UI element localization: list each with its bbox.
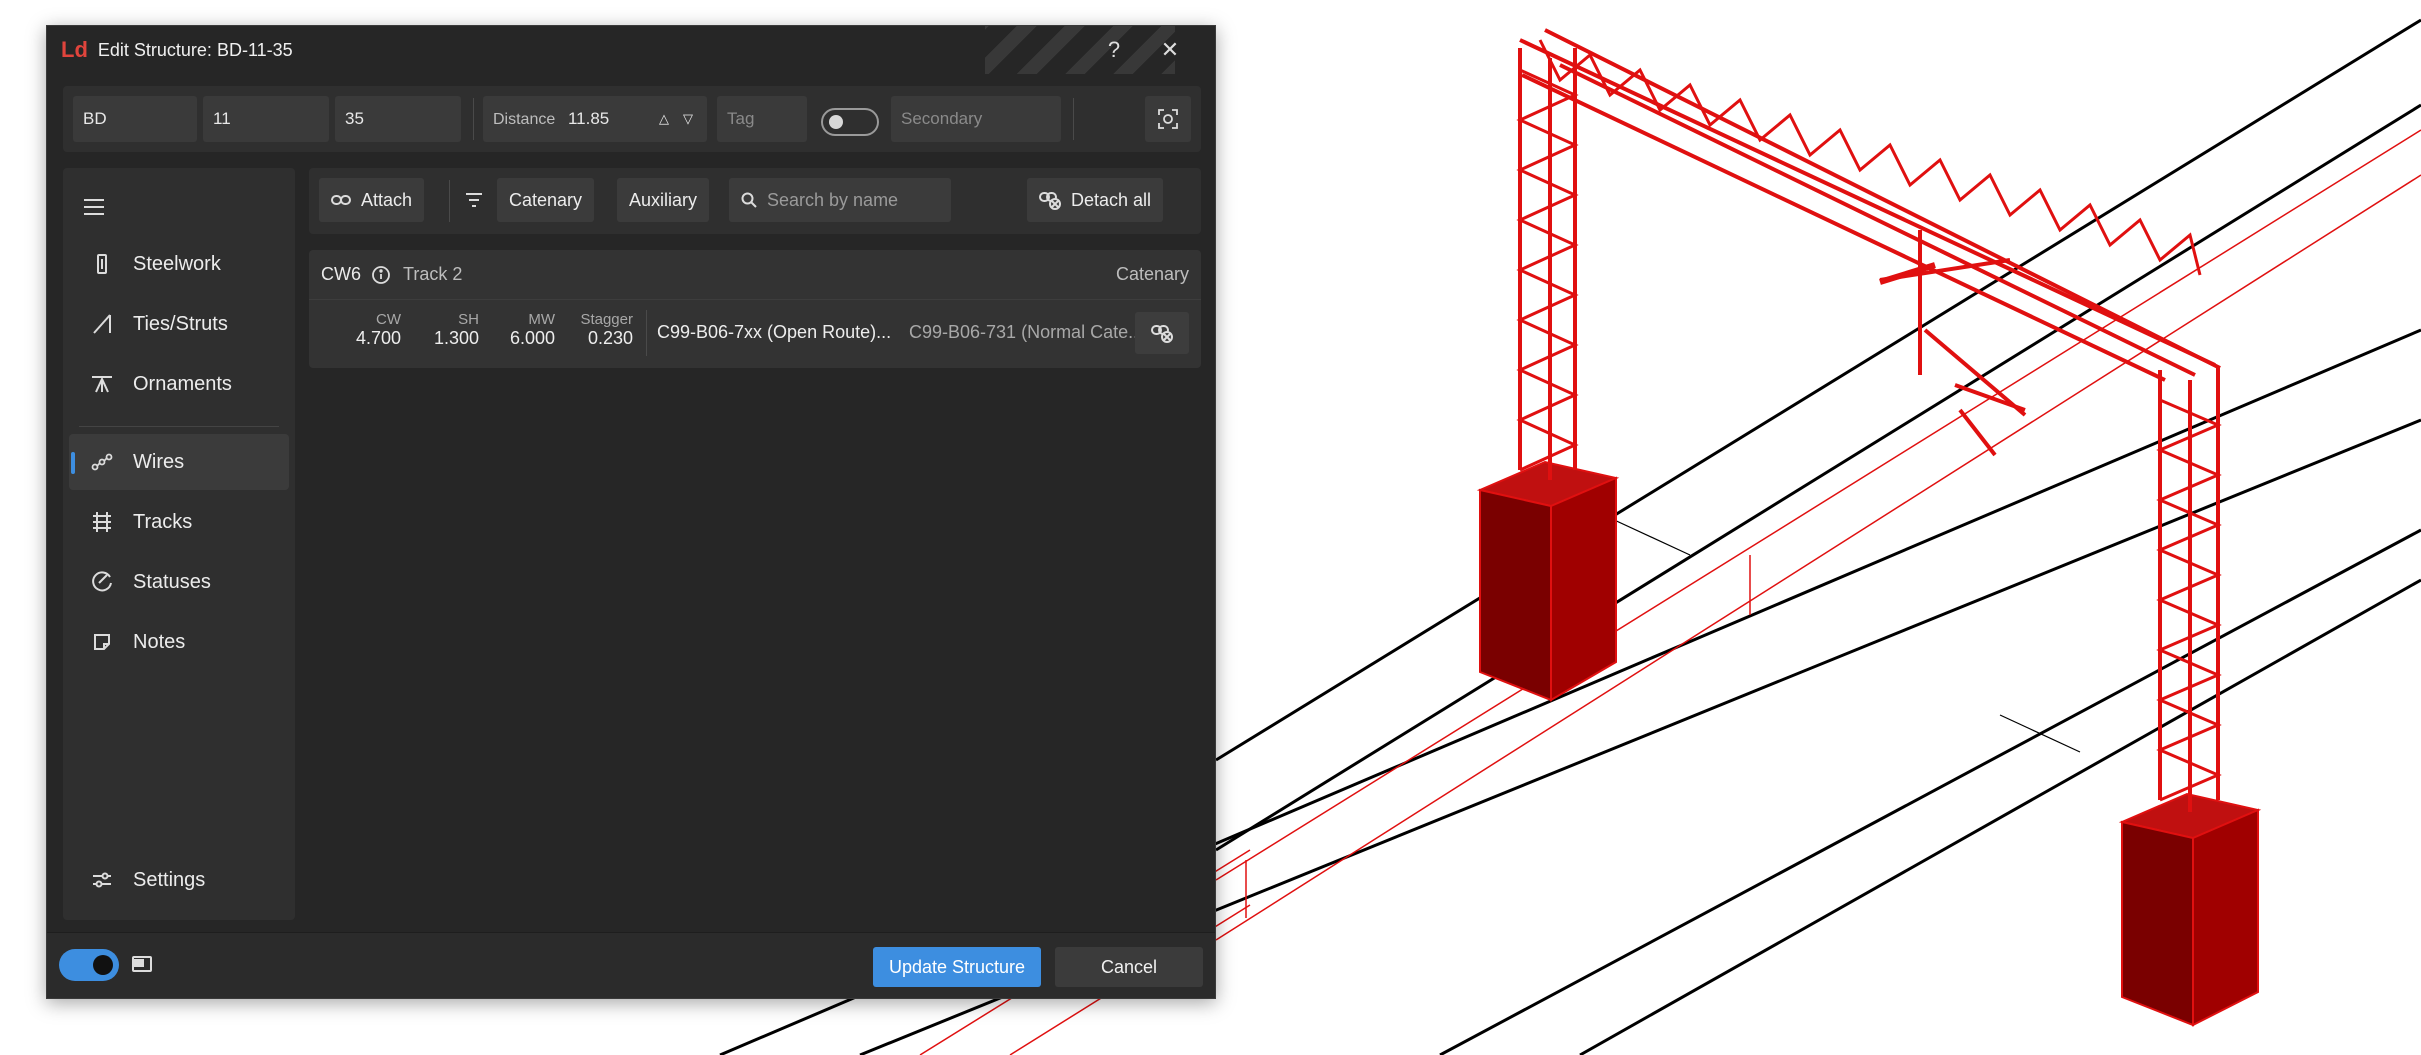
stat-key: Stagger [580,311,633,328]
stepper-down-icon[interactable]: ▽ [683,96,693,142]
cancel-button[interactable]: Cancel [1055,947,1203,987]
sidebar-item-label: Ties/Struts [133,312,228,335]
sidebar-item-label: Tracks [133,510,193,533]
tag-field[interactable]: Tag [717,96,807,142]
menu-icon[interactable] [83,198,105,216]
sidebar-item-label: Ornaments [133,372,232,395]
edit-structure-dialog: Ld Edit Structure: BD-11-35 ? ✕ BD 11 35… [46,25,1216,999]
wire-type: Catenary [1115,264,1189,284]
sidebar: Steelwork Ties/Struts Ornaments Wires Tr… [63,168,295,920]
sidebar-divider [79,426,279,427]
wire-route-ref: C99-B06-7xx (Open Route)... [657,322,892,342]
divider [449,180,450,222]
link-icon [331,195,351,205]
notes-icon [85,632,119,652]
help-button[interactable]: ? [1097,34,1131,66]
gantry-structure [1476,28,2262,1027]
statuses-icon [85,571,119,593]
sidebar-item-ties-struts[interactable]: Ties/Struts [69,296,289,352]
preview-toggle[interactable] [59,949,119,981]
toggle-knob [93,955,113,975]
wire-stat-stagger: Stagger 0.230 [571,311,633,349]
ties-struts-icon [85,313,119,335]
close-button[interactable]: ✕ [1153,34,1187,66]
wire-stat-mw: MW 6.000 [495,311,555,349]
wires-icon [85,453,119,471]
toggle-knob [829,115,843,129]
sidebar-item-tracks[interactable]: Tracks [69,494,289,550]
app-logo: Ld [61,37,88,62]
search-icon [741,192,757,208]
search-input[interactable]: Search by name [729,178,951,222]
title-decoration [985,26,1175,74]
ornaments-icon [85,374,119,394]
filter-catenary-button[interactable]: Catenary [497,178,595,222]
stat-key: SH [458,311,479,328]
unlink-icon [1151,325,1173,343]
distance-label: Distance [493,111,556,128]
secondary-field[interactable]: Secondary [891,96,1061,142]
info-icon[interactable] [371,265,391,285]
unlink-icon [1039,192,1061,210]
section-field[interactable]: 11 [203,96,329,142]
title-bar[interactable]: Ld Edit Structure: BD-11-35 ? ✕ [47,26,1215,74]
sidebar-item-label: Steelwork [133,252,221,275]
settings-sliders-icon [85,870,119,890]
filter-auxiliary-button[interactable]: Auxiliary [617,178,710,222]
sidebar-item-label: Statuses [133,570,211,593]
divider [1073,98,1074,140]
divider [646,310,647,356]
picture-in-picture-icon[interactable] [131,955,153,975]
stat-value: 1.300 [433,328,479,348]
wire-stat-sh: SH 1.300 [419,311,479,349]
filter-icon[interactable] [465,192,483,208]
wires-toolbar: Attach Catenary Auxiliary Search by name… [309,168,1201,234]
stat-value: 6.000 [509,328,555,348]
sidebar-item-label: Notes [133,630,186,653]
focus-camera-button[interactable] [1145,96,1191,142]
sidebar-item-label: Wires [133,450,185,473]
dialog-title: Edit Structure: BD-11-35 [97,39,293,60]
steelwork-icon [85,253,119,275]
update-structure-button[interactable]: Update Structure [873,947,1041,987]
search-placeholder: Search by name [767,189,899,210]
wire-track: Track 2 [403,264,463,284]
detach-wire-button[interactable] [1135,312,1189,354]
wire-list-item[interactable]: CW6 Track 2 Catenary CW 4.700 SH 1.300 M… [309,250,1201,368]
stat-value: 4.700 [355,328,401,348]
attach-label: Attach [361,189,413,210]
stepper-up-icon[interactable]: △ [659,96,669,142]
wire-stat-cw: CW 4.700 [339,311,401,349]
sidebar-item-steelwork[interactable]: Steelwork [69,236,289,292]
divider [473,98,474,140]
number-field[interactable]: 35 [335,96,461,142]
dialog-footer: Update Structure Cancel [47,932,1215,998]
detach-all-button[interactable]: Detach all [1027,178,1164,222]
sidebar-item-ornaments[interactable]: Ornaments [69,356,289,412]
sidebar-item-settings[interactable]: Settings [69,852,289,908]
wire-catenary-ref: C99-B06-731 (Normal Cate... [909,322,1139,342]
stat-value: 0.230 [587,328,633,348]
sidebar-item-notes[interactable]: Notes [69,614,289,670]
secondary-toggle[interactable] [821,108,879,136]
stat-key: MW [528,311,555,328]
sidebar-item-statuses[interactable]: Statuses [69,554,289,610]
detach-all-label: Detach all [1071,189,1152,210]
wire-id: CW6 [321,264,361,284]
thin-lines [1609,517,2081,753]
sidebar-item-label: Settings [133,868,206,891]
attach-button[interactable]: Attach [319,178,425,222]
location-field[interactable]: BD [73,96,197,142]
tracks-icon [85,511,119,533]
wire-header: CW6 Track 2 Catenary [309,250,1201,300]
focus-icon [1158,109,1178,129]
sidebar-item-wires[interactable]: Wires [69,434,289,490]
distance-value: 11.85 [567,109,610,128]
stat-key: CW [376,311,401,328]
distance-stepper[interactable]: Distance 11.85 △ ▽ [483,96,707,142]
structure-id-row: BD 11 35 Distance 11.85 △ ▽ Tag Secondar… [63,86,1201,152]
